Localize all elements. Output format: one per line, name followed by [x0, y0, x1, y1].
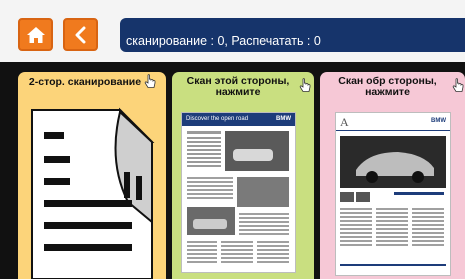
thumbnail-header: A BMW	[336, 113, 450, 131]
duplex-document-icon	[31, 107, 155, 279]
thumbnail-graphic	[187, 131, 289, 263]
chevron-left-icon	[75, 26, 85, 43]
thumbnail-logo: BMW	[276, 116, 291, 122]
home-icon	[26, 26, 45, 43]
back-button[interactable]	[63, 18, 98, 51]
card-title: 2-стор. сканирование	[28, 76, 142, 88]
scan-thumbnail: Discover the open road BMW	[181, 112, 296, 273]
scan-back-card[interactable]: Скан обр стороны, нажмите A BMW	[320, 72, 465, 279]
thumbnail-header-text: Discover the open road	[186, 116, 249, 122]
status-bar: сканирование : 0, Распечатать : 0	[120, 18, 465, 52]
top-toolbar: сканирование : 0, Распечатать : 0	[0, 0, 465, 62]
hand-pointer-icon	[452, 78, 464, 92]
thumbnail-logo: BMW	[431, 118, 446, 124]
card-title: Скан обр стороны, нажмите	[338, 75, 437, 98]
thumbnail-header: Discover the open road BMW	[182, 113, 295, 126]
duplex-scan-card[interactable]: 2-стор. сканирование	[18, 72, 166, 279]
card-title: Скан этой стороны, нажмите	[186, 75, 290, 98]
home-button[interactable]	[18, 18, 53, 51]
thumbnail-header-logo-text: A	[340, 115, 349, 129]
hand-pointer-icon	[299, 78, 311, 92]
thumbnail-graphic	[340, 136, 446, 266]
hand-pointer-icon	[144, 74, 156, 88]
scan-front-card[interactable]: Скан этой стороны, нажмите Discover the …	[172, 72, 314, 279]
scan-thumbnail: A BMW	[335, 112, 451, 276]
